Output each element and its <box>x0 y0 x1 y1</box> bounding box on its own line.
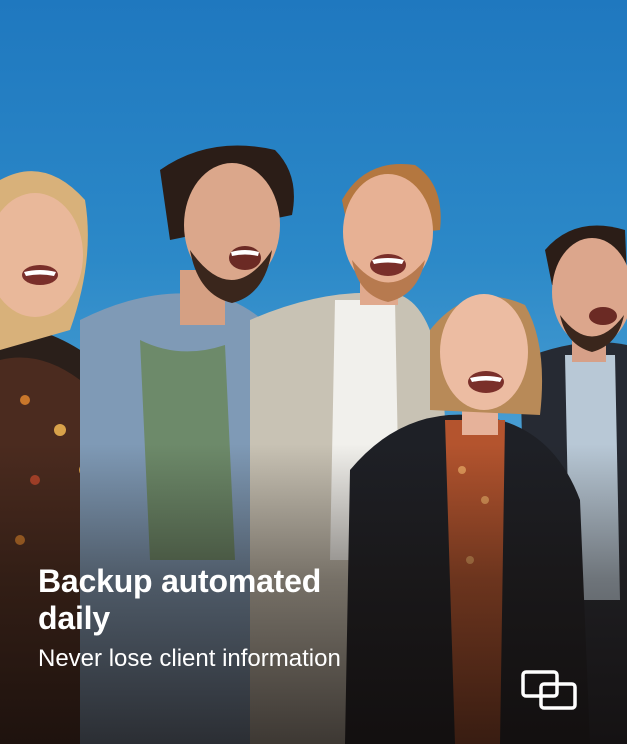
promo-subline: Never lose client information <box>38 645 341 672</box>
promo-headline-line1: Backup automated <box>38 563 322 599</box>
linked-squares-icon <box>521 670 577 710</box>
promo-card: Backup automated daily Never lose client… <box>0 0 627 744</box>
promo-copy: Backup automated daily Never lose client… <box>38 563 458 673</box>
promo-headline-line2: daily <box>38 600 110 636</box>
promo-headline: Backup automated daily <box>38 563 458 637</box>
